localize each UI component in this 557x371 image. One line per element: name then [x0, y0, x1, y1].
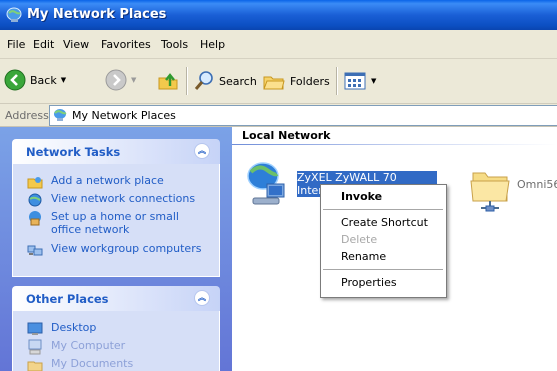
- home-network-icon: [29, 211, 41, 226]
- my-computer-icon: [28, 339, 42, 355]
- forward-dropdown-icon[interactable]: ▼: [131, 76, 136, 84]
- search-button[interactable]: Search: [193, 70, 257, 92]
- menu-item-create-shortcut[interactable]: Create Shortcut: [341, 216, 428, 229]
- search-label: Search: [219, 74, 257, 88]
- address-label: Address: [5, 109, 49, 122]
- chevron-up-icon: ︽: [198, 146, 206, 155]
- network-places-icon: [6, 7, 22, 22]
- place-label: My Documents: [51, 357, 134, 370]
- back-arrow-icon: [4, 69, 26, 91]
- task-view-workgroup-computers[interactable]: View workgroup computers: [27, 242, 201, 258]
- collapse-network-tasks-button[interactable]: ︽: [194, 143, 210, 159]
- forward-arrow-icon: [105, 69, 127, 91]
- folders-label: Folders: [290, 74, 330, 88]
- title-bar[interactable]: My Network Places: [0, 0, 557, 30]
- network-tasks-title: Network Tasks: [26, 145, 121, 159]
- other-places-header[interactable]: Other Places ︽: [12, 286, 220, 311]
- views-button[interactable]: ▼: [343, 70, 376, 92]
- place-label: Desktop: [51, 321, 97, 334]
- menu-item-invoke[interactable]: Invoke: [341, 190, 382, 203]
- folders-button[interactable]: Folders: [262, 70, 330, 92]
- place-my-computer[interactable]: My Computer: [27, 339, 125, 355]
- back-dropdown-icon[interactable]: ▼: [61, 76, 66, 84]
- search-icon: [194, 71, 213, 90]
- task-label: View workgroup computers: [51, 242, 202, 255]
- address-bar: Address My Network Places: [0, 104, 557, 127]
- other-places-body: Desktop My Computer My Documents: [12, 311, 220, 371]
- network-place-icon[interactable]: [243, 160, 289, 212]
- address-value: My Network Places: [72, 109, 176, 122]
- network-place-label[interactable]: Omni56K: [517, 178, 557, 191]
- menu-item-delete: Delete: [341, 233, 378, 246]
- my-documents-icon: [27, 361, 43, 371]
- task-pane: Network Tasks ︽ Add a network place View…: [0, 127, 232, 371]
- network-connections-icon: [28, 193, 42, 207]
- menu-edit[interactable]: Edit: [33, 38, 54, 51]
- other-places-panel: Other Places ︽ Desktop My Computer My Do…: [12, 286, 220, 371]
- task-label: Set up a home or small office network: [51, 210, 179, 236]
- menu-view[interactable]: View: [63, 38, 89, 51]
- place-desktop[interactable]: Desktop: [27, 321, 96, 337]
- network-tasks-body: Add a network place View network connect…: [12, 164, 220, 277]
- menu-separator: [323, 269, 443, 270]
- menu-help[interactable]: Help: [200, 38, 225, 51]
- up-button[interactable]: [157, 70, 179, 92]
- chevron-up-icon: ︽: [198, 293, 206, 302]
- place-label: My Computer: [51, 339, 126, 352]
- network-places-icon: [54, 109, 67, 121]
- menu-file[interactable]: File: [7, 38, 25, 51]
- task-add-network-place[interactable]: Add a network place: [27, 174, 164, 190]
- up-folder-icon: [158, 73, 178, 90]
- other-places-title: Other Places: [26, 292, 109, 306]
- add-network-place-icon: [27, 177, 43, 189]
- collapse-other-places-button[interactable]: ︽: [194, 290, 210, 306]
- window-title: My Network Places: [27, 7, 167, 22]
- menu-bar: File Edit View Favorites Tools Help: [0, 30, 557, 59]
- context-menu: Invoke Create Shortcut Delete Rename Pro…: [320, 184, 447, 298]
- network-tasks-header[interactable]: Network Tasks ︽: [12, 139, 220, 164]
- folders-icon: [263, 76, 285, 90]
- menu-separator: [323, 209, 443, 210]
- task-label: Add a network place: [51, 174, 164, 187]
- toolbar-separator: [336, 67, 338, 95]
- task-setup-home-network[interactable]: Set up a home or small office network: [27, 210, 197, 236]
- toolbar-separator: [186, 67, 188, 95]
- desktop-icon: [27, 322, 43, 335]
- address-field[interactable]: My Network Places: [49, 105, 557, 126]
- views-dropdown-icon[interactable]: ▼: [371, 77, 376, 85]
- menu-item-properties[interactable]: Properties: [341, 276, 397, 289]
- menu-favorites[interactable]: Favorites: [101, 38, 151, 51]
- toolbar: Back ▼ ▼ Search Folders ▼: [0, 59, 557, 104]
- network-tasks-panel: Network Tasks ︽ Add a network place View…: [12, 139, 220, 277]
- views-icon: [344, 72, 366, 90]
- task-label: View network connections: [51, 192, 196, 205]
- back-button[interactable]: Back ▼: [4, 69, 66, 91]
- workgroup-computers-icon: [27, 245, 43, 256]
- forward-button[interactable]: ▼: [105, 69, 136, 91]
- place-my-documents[interactable]: My Documents: [27, 357, 133, 371]
- back-label: Back: [30, 73, 57, 87]
- group-header: Local Network: [242, 129, 331, 142]
- explorer-window: My Network Places File Edit View Favorit…: [0, 0, 557, 371]
- network-folder-icon[interactable]: [469, 163, 513, 213]
- task-view-network-connections[interactable]: View network connections: [27, 192, 195, 208]
- menu-item-rename[interactable]: Rename: [341, 250, 386, 263]
- group-divider: [232, 144, 557, 145]
- menu-tools[interactable]: Tools: [161, 38, 188, 51]
